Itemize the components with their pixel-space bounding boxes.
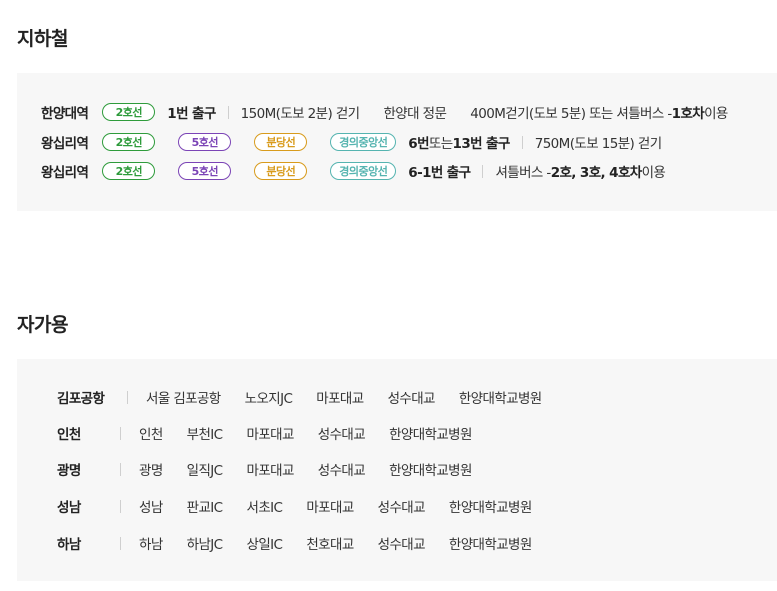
car-info-panel: 김포공항 서울 김포공항 노오지JC 마포대교 성수대교 한양대학교병원 인천 … <box>17 359 777 581</box>
station-name: 왕십리역 <box>41 165 89 181</box>
route-stop: 한양대학교병원 <box>389 463 472 479</box>
route-origin: 성남 <box>57 500 81 516</box>
divider <box>120 499 121 513</box>
route-stop: 성수대교 <box>317 427 366 443</box>
exit-number: 1번 출구 <box>167 106 216 122</box>
exit-number-b: 13번 출구 <box>452 136 511 152</box>
exit-or: 또는 <box>428 136 453 152</box>
line-badge-5: 5호선 <box>178 133 232 151</box>
station-name: 한양대역 <box>41 106 89 122</box>
car-route-hanam: 하남 하남 하남JC 상일IC 천호대교 성수대교 한양대학교병원 <box>57 532 556 554</box>
route-stop: 판교IC <box>186 500 223 516</box>
gate-info: 한양대 정문 <box>383 106 447 122</box>
divider <box>120 536 121 550</box>
route-stop: 광명 <box>139 463 163 479</box>
route-stop: 하남 <box>139 537 163 553</box>
car-section-title: 자가용 <box>17 314 68 336</box>
subway-route-wangsimni-2: 왕십리역 2호선 5호선 분당선 경의중앙선 6-1번 출구 셔틀버스 - 2호… <box>41 160 666 182</box>
alt-walk-info: 400M걷기(도보 5분) 또는 셔틀버스 - <box>470 106 672 122</box>
car-route-incheon: 인천 인천 부천IC 마포대교 성수대교 한양대학교병원 <box>57 422 496 444</box>
divider <box>120 462 121 476</box>
line-badge-2: 2호선 <box>102 103 156 121</box>
station-name: 왕십리역 <box>41 136 89 152</box>
divider <box>482 164 484 178</box>
route-stop: 성수대교 <box>377 537 426 553</box>
line-badge-5: 5호선 <box>178 162 232 180</box>
line-badge-bundang: 분당선 <box>254 133 308 151</box>
route-stop: 마포대교 <box>316 391 364 407</box>
route-stop: 마포대교 <box>246 427 295 443</box>
route-origin: 하남 <box>57 537 81 553</box>
route-stop: 마포대교 <box>246 463 295 479</box>
alt-suffix: 이용 <box>704 106 728 122</box>
walk-info: 750M(도보 15분) 걷기 <box>534 136 662 152</box>
line-badge-2: 2호선 <box>102 133 156 151</box>
line-badge-2: 2호선 <box>102 162 156 180</box>
route-stop: 마포대교 <box>306 500 354 516</box>
route-origin: 광명 <box>57 463 81 479</box>
shuttle-bus-number: 1호차 <box>671 106 705 122</box>
walk-info: 150M(도보 2분) 걷기 <box>240 106 360 122</box>
route-stop: 한양대학교병원 <box>458 391 542 407</box>
route-stop: 한양대학교병원 <box>448 500 532 516</box>
route-origin: 김포공항 <box>57 391 105 407</box>
car-route-gimpo: 김포공항 서울 김포공항 노오지JC 마포대교 성수대교 한양대학교병원 <box>57 386 566 408</box>
divider <box>227 105 229 119</box>
subway-section-title: 지하철 <box>17 28 68 50</box>
line-badge-gyeongui: 경의중앙선 <box>330 133 397 151</box>
subway-route-wangsimni-1: 왕십리역 2호선 5호선 분당선 경의중앙선 6번 또는 13번 출구 750M… <box>41 131 662 153</box>
subway-info-panel: 한양대역 2호선 1번 출구 150M(도보 2분) 걷기 한양대 정문 400… <box>17 73 777 211</box>
route-stop: 성수대교 <box>387 391 436 407</box>
route-stop: 성수대교 <box>317 463 366 479</box>
divider <box>120 426 121 440</box>
car-route-seongnam: 성남 성남 판교IC 서초IC 마포대교 성수대교 한양대학교병원 <box>57 495 556 517</box>
route-stop: 천호대교 <box>306 537 354 553</box>
route-stop: 인천 <box>139 427 163 443</box>
exit-number: 6-1번 출구 <box>408 165 471 181</box>
exit-number-a: 6번 <box>408 136 429 152</box>
car-route-gwangmyeong: 광명 광명 일직JC 마포대교 성수대교 한양대학교병원 <box>57 458 496 480</box>
route-stop: 노오지JC <box>244 391 293 407</box>
route-stop: 상일IC <box>246 537 283 553</box>
route-stop: 성수대교 <box>377 500 426 516</box>
route-stop: 성남 <box>139 500 163 516</box>
route-stop: 한양대학교병원 <box>389 427 472 443</box>
route-stop: 서울 김포공항 <box>146 391 221 407</box>
divider <box>127 390 128 404</box>
shuttle-suffix: 이용 <box>641 165 666 181</box>
route-stop: 부천IC <box>186 427 223 443</box>
subway-route-hanyang: 한양대역 2호선 1번 출구 150M(도보 2분) 걷기 한양대 정문 400… <box>41 101 728 123</box>
route-origin: 인천 <box>57 427 81 443</box>
shuttle-bus-numbers: 2호, 3호, 4호차 <box>550 165 643 181</box>
route-stop: 서초IC <box>246 500 283 516</box>
line-badge-gyeongui: 경의중앙선 <box>330 162 397 180</box>
line-badge-bundang: 분당선 <box>254 162 308 180</box>
route-stop: 일직JC <box>186 463 223 479</box>
shuttle-info: 셔틀버스 - <box>495 165 551 181</box>
route-stop: 한양대학교병원 <box>448 537 532 553</box>
route-stop: 하남JC <box>186 537 223 553</box>
divider <box>521 135 523 149</box>
